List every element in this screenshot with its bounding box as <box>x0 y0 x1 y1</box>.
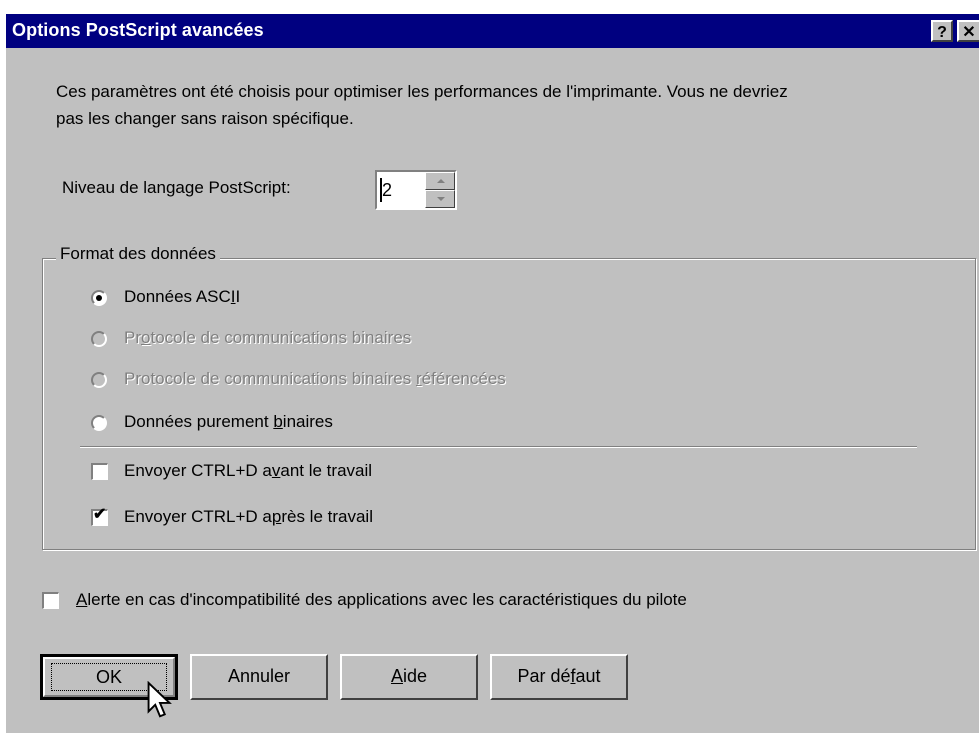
default-button-label: Par défaut <box>517 666 601 686</box>
radio-binary-protocol-label: Protocole de communications binaires <box>124 328 412 347</box>
checkbox[interactable] <box>91 463 108 480</box>
dialog-window: Options PostScript avancées ? ✕ Ces para… <box>0 0 979 733</box>
background-edge <box>0 14 6 733</box>
checkbox-ctrl-d-before-label[interactable]: Envoyer CTRL+D avant le travail <box>124 461 372 481</box>
title-bar[interactable]: Options PostScript avancées ? ✕ <box>6 14 979 48</box>
intro-text-line2: pas les changer sans raison spécifique. <box>56 109 354 128</box>
default-button[interactable]: Par défaut <box>490 654 628 700</box>
radio-button <box>91 331 107 347</box>
mouse-pointer-icon <box>147 681 172 718</box>
arrow-down-icon <box>437 197 445 201</box>
data-format-legend: Format des données <box>56 244 220 264</box>
radio-button[interactable] <box>91 290 107 306</box>
help-button[interactable]: Aide <box>340 654 478 700</box>
spinner-down-button[interactable] <box>425 190 455 208</box>
checkbox[interactable]: ✔ <box>91 506 108 526</box>
spinner-up-button[interactable] <box>425 172 455 190</box>
checkbox[interactable] <box>42 592 59 609</box>
intro-text-line1: Ces paramètres ont été choisis pour opti… <box>56 82 788 101</box>
language-level-spinner[interactable]: 2 <box>375 170 457 210</box>
cancel-button-label: Annuler <box>227 666 291 686</box>
radio-button[interactable] <box>91 415 107 431</box>
checkmark-icon: ✔ <box>93 506 107 523</box>
radio-selected-dot <box>96 295 102 301</box>
arrow-up-icon <box>437 179 445 183</box>
ok-button-label: OK <box>95 667 122 687</box>
close-icon[interactable]: ✕ <box>957 20 979 42</box>
language-level-value[interactable]: 2 <box>382 180 392 201</box>
incompatibility-alert-label[interactable]: Alerte en cas d'incompatibilité des appl… <box>76 590 687 610</box>
help-icon[interactable]: ? <box>931 20 953 42</box>
radio-tagged-binary-protocol-label: Protocole de communications binaires réf… <box>124 369 506 388</box>
radio-button <box>91 372 107 388</box>
cancel-button[interactable]: Annuler <box>190 654 328 700</box>
background-strip <box>0 0 979 14</box>
language-level-label: Niveau de langage PostScript: <box>62 178 291 197</box>
radio-pure-binary-label[interactable]: Données purement binaires <box>124 412 333 432</box>
window-title: Options PostScript avancées <box>12 20 264 40</box>
checkbox-ctrl-d-after-label[interactable]: Envoyer CTRL+D après le travail <box>124 507 373 527</box>
group-separator <box>80 446 917 448</box>
radio-ascii-label[interactable]: Données ASCII <box>124 287 240 307</box>
help-button-label: Aide <box>390 666 428 686</box>
